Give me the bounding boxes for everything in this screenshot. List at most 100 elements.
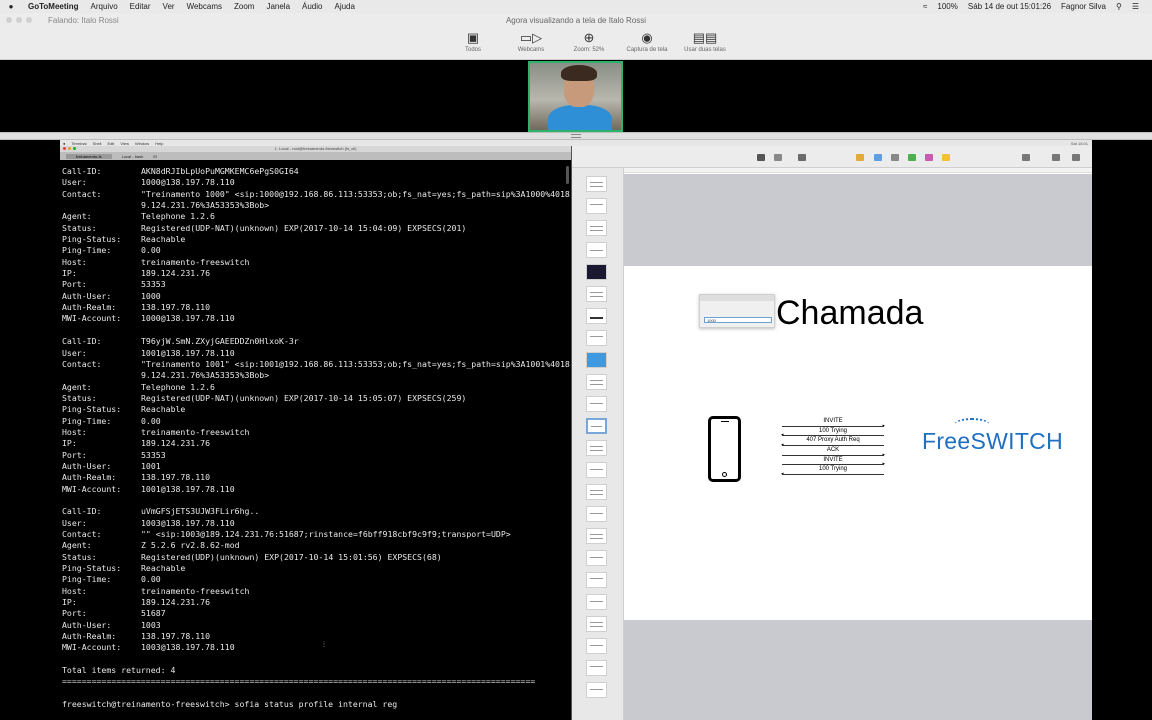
viewing-title: Agora visualizando a tela de Italo Rossi	[505, 16, 647, 25]
menu-editar[interactable]: Editar	[124, 2, 157, 11]
registration-field: Ping-Status: Reachable	[62, 563, 570, 574]
registration-field: 9.124.231.76%3A53353%3Bob>	[62, 370, 570, 381]
menu-app[interactable]: GoToMeeting	[22, 2, 85, 11]
remote-apple-icon: ●	[63, 140, 66, 146]
registration-field: Port: 53353	[62, 279, 570, 290]
tool-zoom[interactable]: ⊕ Zoom: 52%	[564, 29, 614, 53]
field-key: IP:	[62, 438, 77, 449]
field-key: IP:	[62, 268, 77, 279]
sip-message: ACK ▸	[782, 447, 885, 457]
ruler	[624, 168, 1092, 173]
shape-icon	[908, 154, 916, 161]
document-icon	[1072, 154, 1080, 161]
slide-thumbnail	[586, 440, 607, 456]
terminal-traffic-lights	[63, 147, 76, 150]
field-key: Auth-User:	[62, 460, 112, 471]
clock[interactable]: Sáb 14 de out 15:01:26	[963, 2, 1056, 11]
keynote-live-icon	[774, 154, 782, 161]
drag-handle-icon[interactable]	[571, 134, 581, 138]
field-value: Registered(UDP)(unknown) EXP(2017-10-14 …	[141, 551, 442, 562]
search-icon[interactable]: ⚲	[1111, 2, 1127, 11]
field-value: 138.197.78.110	[141, 302, 211, 313]
field-value: "" <sip:1003@189.124.231.76:51687;rinsta…	[141, 529, 511, 539]
slide-thumbnail	[586, 572, 607, 588]
registration-field: Auth-User: 1003	[62, 620, 570, 631]
status-area: ≈ 100% Sáb 14 de out 15:01:26 Fagnor Sil…	[918, 2, 1152, 11]
sip-message-label: 100 Trying	[818, 466, 848, 473]
slide-thumbnail	[586, 528, 607, 544]
field-value: 9.124.231.76%3A53353%3Bob>	[141, 370, 270, 381]
field-value: 189.124.231.76	[141, 597, 211, 608]
field-value: treinamento-freeswitch	[141, 426, 250, 437]
field-value: Z 5.2.6 rv2.8.62-mod	[141, 540, 240, 551]
wifi-icon[interactable]: ≈	[918, 2, 932, 11]
registration-field: Ping-Status: Reachable	[62, 234, 570, 245]
tool-two-screens[interactable]: ▤▤ Usar duas telas	[680, 29, 730, 53]
tool-all-label: Todos	[464, 47, 481, 53]
apple-icon[interactable]: ●	[0, 2, 22, 11]
webcam-person-hair	[561, 65, 597, 81]
registration-field: MWI-Account: 1003@138.197.78.110	[62, 642, 570, 653]
current-slide: 1000 Chamada INVITE ▸ 100 Trying ◂ 407 Pro…	[624, 266, 1092, 620]
field-key: Port:	[62, 449, 87, 460]
slide-thumbnail	[586, 220, 607, 236]
field-value: Telephone 1.2.6	[141, 381, 215, 392]
registration-field: Auth-User: 1001	[62, 461, 570, 472]
comment-icon	[942, 154, 950, 161]
slide-navigator	[572, 168, 624, 720]
menu-zoom[interactable]: Zoom	[228, 2, 260, 11]
play-icon	[757, 154, 765, 161]
separator-line: ========================================…	[62, 676, 536, 687]
tool-screenshot[interactable]: ◉ Captura de tela	[622, 29, 672, 53]
sip-message: INVITE ▸	[782, 418, 885, 428]
menu-ajuda[interactable]: Ajuda	[328, 2, 360, 11]
terminal-zoom-button	[73, 147, 76, 150]
tool-all[interactable]: ▣ Todos	[448, 29, 498, 53]
slide-thumbnail	[586, 484, 607, 500]
field-key: Status:	[62, 222, 97, 233]
field-key: MWI-Account:	[62, 642, 122, 653]
terminal-window: 1. Local - root@treinamento-freeswitch (…	[60, 146, 572, 720]
menu-audio[interactable]: Áudio	[296, 2, 328, 11]
registration-field: User: 1001@138.197.78.110	[62, 348, 570, 359]
field-value: 1000	[141, 290, 161, 301]
registration-field: User: 1003@138.197.78.110	[62, 518, 570, 529]
field-key: Contact:	[62, 529, 102, 539]
slide-thumbnail	[586, 374, 607, 390]
presenter-webcam[interactable]	[528, 61, 623, 132]
remote-clock: Sat 15:01	[1070, 140, 1088, 146]
field-key: Ping-Time:	[62, 245, 112, 256]
battery-level[interactable]: 100%	[932, 2, 962, 11]
arrow-left-icon: ◂	[781, 471, 784, 478]
screen: ● GoToMeeting Arquivo Editar Ver Webcams…	[0, 0, 1152, 720]
tool-webcams[interactable]: ▭▷ Webcams	[506, 29, 556, 53]
field-key: Ping-Time:	[62, 574, 112, 585]
menu-ver[interactable]: Ver	[157, 2, 181, 11]
field-value: 53353	[141, 279, 166, 290]
slide-thumbnail-selected	[586, 418, 607, 434]
user-name[interactable]: Fagnor Silva	[1056, 2, 1111, 11]
registration-field: Contact: "Treinamento 1000" <sip:1000@192…	[62, 189, 570, 200]
registration-field: IP: 189.124.231.76	[62, 438, 570, 449]
screen-share-divider[interactable]	[0, 132, 1152, 140]
menu-list-icon[interactable]: ☰	[1127, 2, 1144, 11]
registration-field: Call-ID: uVmGFSjETS3UJW3FLir6hg..	[62, 506, 570, 517]
slide-thumbnail	[586, 462, 607, 478]
sip-message-label: ACK	[826, 447, 840, 454]
webcam-icon: ▭▷	[519, 30, 543, 45]
registration-field: Host: treinamento-freeswitch	[62, 586, 570, 597]
slide-thumbnail	[586, 638, 607, 654]
field-key: Auth-Realm:	[62, 472, 117, 483]
field-key: Contact:	[62, 358, 102, 369]
slide-thumbnail	[586, 550, 607, 566]
field-key: Ping-Status:	[62, 563, 122, 574]
menu-janela[interactable]: Janela	[260, 2, 296, 11]
field-key: MWI-Account:	[62, 483, 122, 494]
field-value: 1003	[141, 619, 161, 630]
field-key: Ping-Status:	[62, 234, 122, 245]
menu-arquivo[interactable]: Arquivo	[85, 2, 124, 11]
menu-webcams[interactable]: Webcams	[181, 2, 228, 11]
